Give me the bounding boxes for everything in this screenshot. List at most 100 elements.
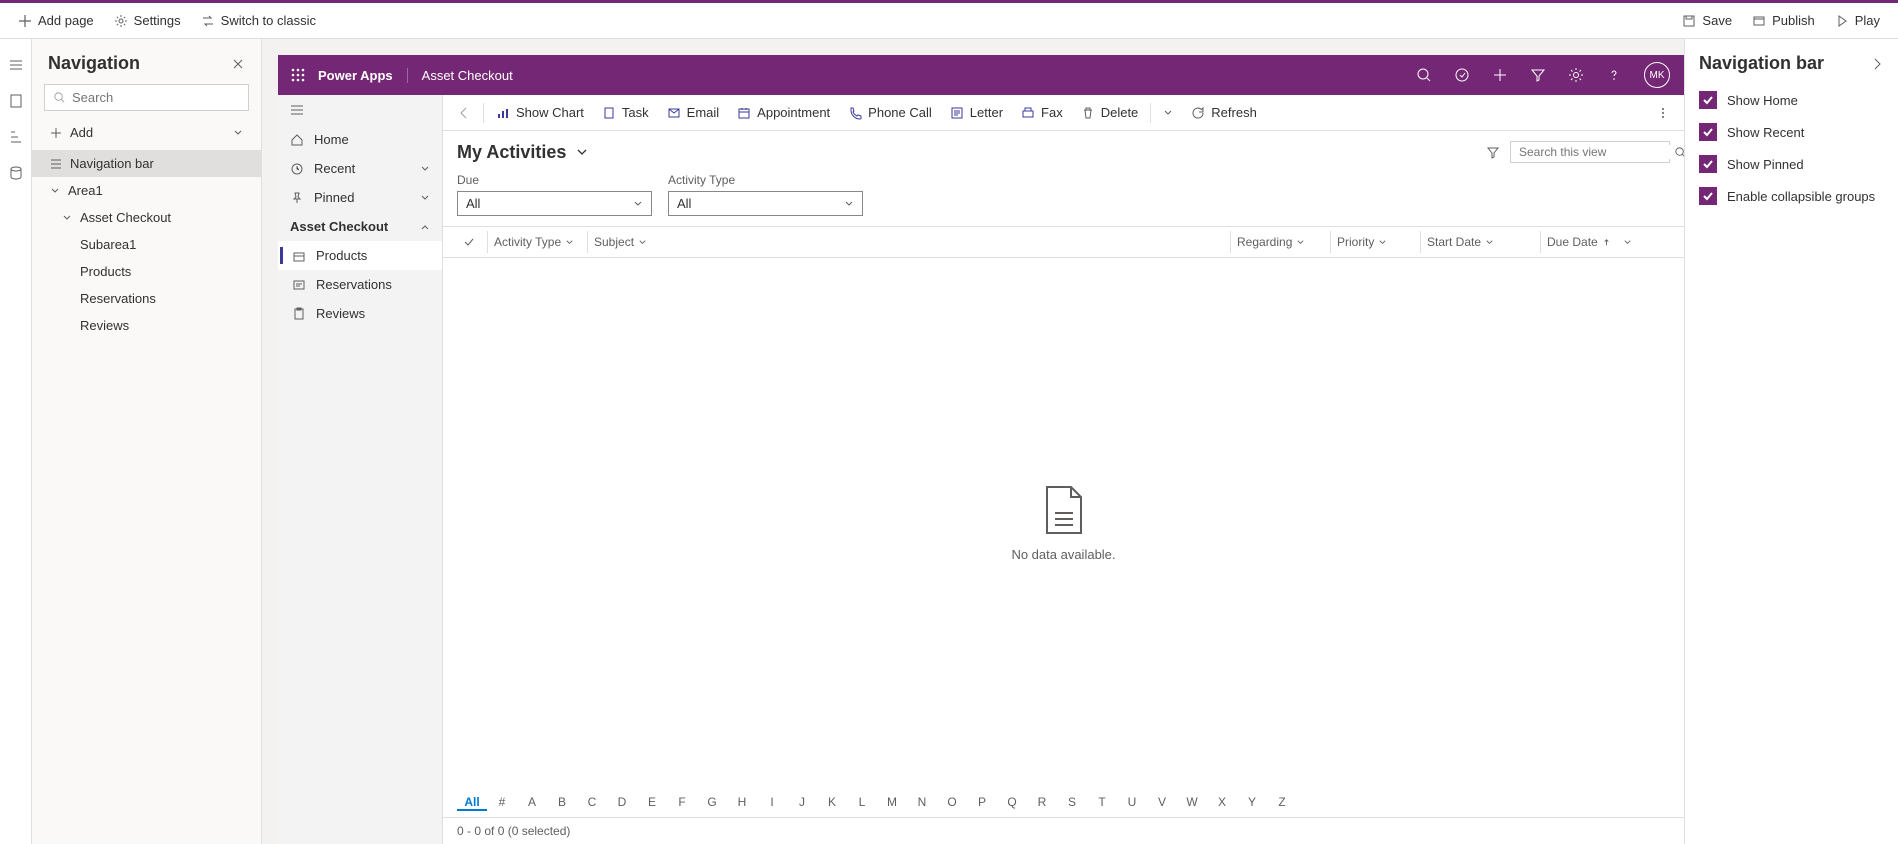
switch-classic-button[interactable]: Switch to classic [193, 9, 324, 32]
refresh-button[interactable]: Refresh [1183, 101, 1265, 124]
checkbox-checked[interactable] [1699, 123, 1717, 141]
phone-button[interactable]: Phone Call [840, 101, 940, 124]
back-button[interactable] [449, 102, 479, 124]
alpha-C[interactable]: C [577, 795, 607, 811]
alpha-Z[interactable]: Z [1267, 795, 1297, 811]
sitemap-reviews[interactable]: Reviews [278, 299, 442, 328]
show-chart-button[interactable]: Show Chart [488, 101, 592, 124]
page-icon[interactable] [8, 93, 24, 109]
tree-icon[interactable] [8, 129, 24, 145]
alpha-All[interactable]: All [457, 795, 487, 811]
nav-search[interactable] [44, 84, 249, 111]
alpha-E[interactable]: E [637, 795, 667, 811]
play-button[interactable]: Play [1827, 9, 1888, 32]
plus-icon[interactable] [1492, 67, 1508, 83]
chevron-down-icon[interactable] [576, 146, 588, 158]
alpha-Q[interactable]: Q [997, 795, 1027, 811]
sitemap-toggle[interactable] [278, 95, 442, 125]
alpha-G[interactable]: G [697, 795, 727, 811]
col-due-date[interactable]: Due Date [1540, 231, 1670, 253]
sitemap-products[interactable]: Products [278, 241, 442, 270]
alpha-F[interactable]: F [667, 795, 697, 811]
alpha-K[interactable]: K [817, 795, 847, 811]
checkbox-checked[interactable] [1699, 91, 1717, 109]
alpha-H[interactable]: H [727, 795, 757, 811]
save-button[interactable]: Save [1674, 9, 1740, 32]
search-icon[interactable] [1416, 67, 1432, 83]
fax-button[interactable]: Fax [1013, 101, 1071, 124]
col-subject[interactable]: Subject [587, 231, 1230, 253]
opt-collapsible-groups[interactable]: Enable collapsible groups [1685, 180, 1898, 212]
alpha-V[interactable]: V [1147, 795, 1177, 811]
appointment-button[interactable]: Appointment [729, 101, 838, 124]
email-button[interactable]: Email [659, 101, 728, 124]
alpha-X[interactable]: X [1207, 795, 1237, 811]
opt-show-recent[interactable]: Show Recent [1685, 116, 1898, 148]
alpha-Y[interactable]: Y [1237, 795, 1267, 811]
delete-dropdown[interactable] [1155, 104, 1181, 122]
alpha-U[interactable]: U [1117, 795, 1147, 811]
gear-icon[interactable] [1568, 67, 1584, 83]
delete-button[interactable]: Delete [1073, 101, 1147, 124]
checkbox-checked[interactable] [1699, 155, 1717, 173]
tree-item-products[interactable]: Products [32, 258, 261, 285]
target-icon[interactable] [1454, 67, 1470, 83]
publish-button[interactable]: Publish [1744, 9, 1823, 32]
col-select[interactable] [457, 231, 487, 253]
alpha-A[interactable]: A [517, 795, 547, 811]
alpha-B[interactable]: B [547, 795, 577, 811]
sitemap-recent[interactable]: Recent [278, 154, 442, 183]
filter-icon[interactable] [1530, 67, 1546, 83]
filter-icon[interactable] [1486, 145, 1500, 159]
tree-item-navigation-bar[interactable]: Navigation bar [32, 150, 261, 177]
tree-item-reviews[interactable]: Reviews [32, 312, 261, 339]
col-regarding[interactable]: Regarding [1230, 231, 1330, 253]
tree-item-subarea1[interactable]: Subarea1 [32, 231, 261, 258]
view-search[interactable] [1510, 141, 1670, 163]
help-icon[interactable] [1606, 67, 1622, 83]
data-icon[interactable] [8, 165, 24, 181]
tree-item-reservations[interactable]: Reservations [32, 285, 261, 312]
sitemap-home[interactable]: Home [278, 125, 442, 154]
nav-search-input[interactable] [72, 90, 248, 105]
task-button[interactable]: Task [594, 101, 657, 124]
alpha-W[interactable]: W [1177, 795, 1207, 811]
settings-button[interactable]: Settings [106, 9, 189, 32]
col-start-date[interactable]: Start Date [1420, 231, 1540, 253]
letter-button[interactable]: Letter [942, 101, 1011, 124]
waffle-button[interactable] [278, 67, 318, 83]
opt-show-pinned[interactable]: Show Pinned [1685, 148, 1898, 180]
col-activity-type[interactable]: Activity Type [487, 231, 587, 253]
alpha-J[interactable]: J [787, 795, 817, 811]
close-icon[interactable] [231, 57, 245, 71]
col-priority[interactable]: Priority [1330, 231, 1420, 253]
alpha-N[interactable]: N [907, 795, 937, 811]
overflow-button[interactable] [1648, 102, 1678, 124]
add-page-button[interactable]: Add page [10, 9, 102, 32]
chevron-right-icon[interactable] [1870, 57, 1884, 71]
alpha-T[interactable]: T [1087, 795, 1117, 811]
alpha-D[interactable]: D [607, 795, 637, 811]
alpha-P[interactable]: P [967, 795, 997, 811]
due-select[interactable]: All [457, 191, 652, 216]
hamburger-icon[interactable] [8, 57, 24, 73]
alpha-L[interactable]: L [847, 795, 877, 811]
tree-item-asset-checkout[interactable]: Asset Checkout [32, 204, 261, 231]
type-select[interactable]: All [668, 191, 863, 216]
sitemap-pinned[interactable]: Pinned [278, 183, 442, 212]
sitemap-group-asset-checkout[interactable]: Asset Checkout [278, 212, 442, 241]
alpha-O[interactable]: O [937, 795, 967, 811]
tree-item-area1[interactable]: Area1 [32, 177, 261, 204]
checkbox-checked[interactable] [1699, 187, 1717, 205]
alpha-S[interactable]: S [1057, 795, 1087, 811]
alpha-I[interactable]: I [757, 795, 787, 811]
view-search-input[interactable] [1519, 145, 1674, 159]
alpha-R[interactable]: R [1027, 795, 1057, 811]
nav-add-button[interactable]: Add [32, 119, 261, 146]
alpha-M[interactable]: M [877, 795, 907, 811]
clipboard-icon [292, 307, 306, 321]
sitemap-reservations[interactable]: Reservations [278, 270, 442, 299]
alpha-#[interactable]: # [487, 795, 517, 811]
user-avatar[interactable]: MK [1644, 62, 1670, 88]
opt-show-home[interactable]: Show Home [1685, 84, 1898, 116]
